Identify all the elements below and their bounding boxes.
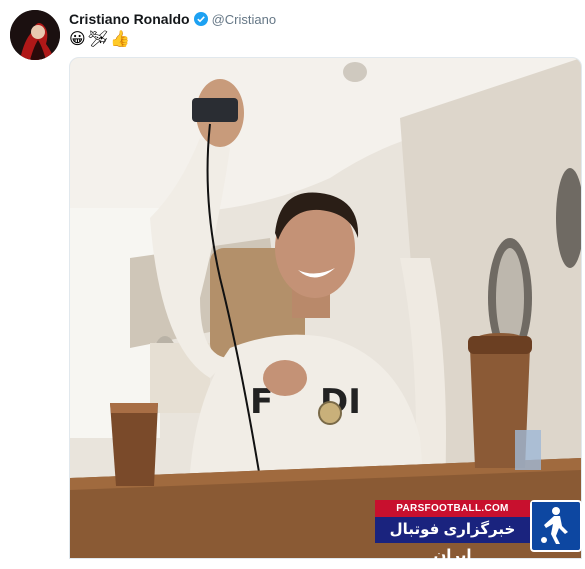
watermark-site-name: PARSFOOTBALL.COM xyxy=(375,500,530,517)
tweet-text: 😀 🛩 👍 xyxy=(69,29,130,49)
tweet-photo[interactable]: F DI xyxy=(69,57,582,559)
tweet-card: Cristiano Ronaldo @Cristiano 😀 🛩 👍 F DI … xyxy=(0,0,585,564)
football-player-logo-icon xyxy=(530,500,582,552)
grinning-face-emoji: 😀 xyxy=(69,29,86,48)
site-watermark: PARSFOOTBALL.COM خبرگزاری فوتبال ایران xyxy=(375,500,582,564)
airplane-emoji: 🛩 xyxy=(87,29,108,48)
display-name[interactable]: Cristiano Ronaldo xyxy=(69,11,190,27)
verified-badge-icon xyxy=(193,12,208,26)
watermark-tagline: خبرگزاری فوتبال ایران xyxy=(375,517,530,564)
avatar[interactable] xyxy=(10,10,60,60)
thumbs-up-emoji: 👍 xyxy=(110,29,130,48)
user-handle[interactable]: @Cristiano xyxy=(212,12,277,27)
tweet-header: Cristiano Ronaldo @Cristiano xyxy=(69,9,276,29)
